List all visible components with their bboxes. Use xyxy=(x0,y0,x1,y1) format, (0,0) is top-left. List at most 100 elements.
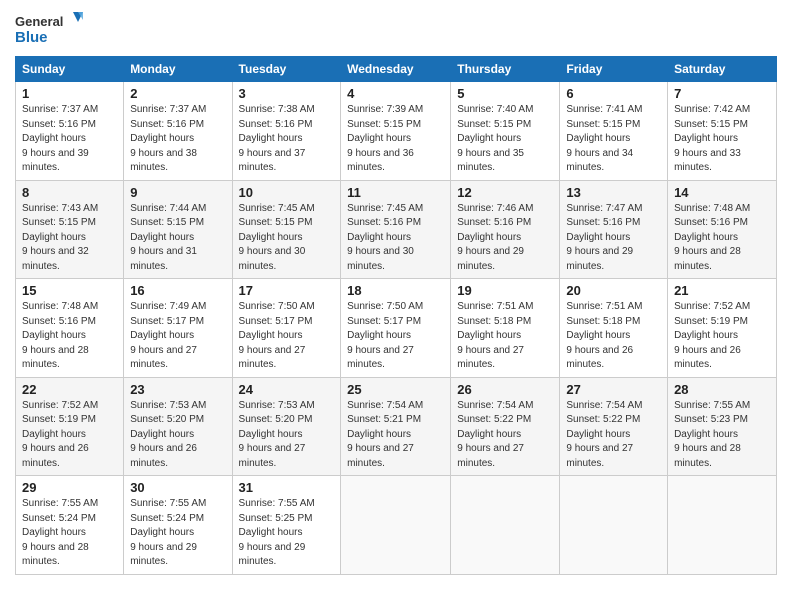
day-number: 5 xyxy=(457,86,553,101)
day-detail: Sunrise: 7:48 AM Sunset: 5:16 PM Dayligh… xyxy=(674,202,770,275)
day-detail: Sunrise: 7:45 AM Sunset: 5:15 PM Dayligh… xyxy=(239,202,335,275)
day-detail: Sunrise: 7:45 AM Sunset: 5:16 PM Dayligh… xyxy=(347,202,444,275)
day-number: 14 xyxy=(674,185,770,200)
svg-text:Blue: Blue xyxy=(15,29,48,46)
calendar-cell: 30 Sunrise: 7:55 AM Sunset: 5:24 PM Dayl… xyxy=(124,476,232,575)
day-detail: Sunrise: 7:42 AM Sunset: 5:15 PM Dayligh… xyxy=(674,103,770,176)
day-detail: Sunrise: 7:49 AM Sunset: 5:17 PM Dayligh… xyxy=(130,300,225,373)
day-detail: Sunrise: 7:54 AM Sunset: 5:22 PM Dayligh… xyxy=(566,399,661,472)
calendar-table: SundayMondayTuesdayWednesdayThursdayFrid… xyxy=(15,56,777,575)
calendar-cell: 27 Sunrise: 7:54 AM Sunset: 5:22 PM Dayl… xyxy=(560,377,668,476)
calendar-cell xyxy=(451,476,560,575)
day-number: 28 xyxy=(674,382,770,397)
day-number: 8 xyxy=(22,185,117,200)
calendar-cell: 4 Sunrise: 7:39 AM Sunset: 5:15 PM Dayli… xyxy=(341,82,451,181)
calendar-cell: 21 Sunrise: 7:52 AM Sunset: 5:19 PM Dayl… xyxy=(668,279,777,378)
day-detail: Sunrise: 7:40 AM Sunset: 5:15 PM Dayligh… xyxy=(457,103,553,176)
day-detail: Sunrise: 7:51 AM Sunset: 5:18 PM Dayligh… xyxy=(566,300,661,373)
day-detail: Sunrise: 7:50 AM Sunset: 5:17 PM Dayligh… xyxy=(239,300,335,373)
page-container: General Blue SundayMondayTuesdayWednesda… xyxy=(0,0,792,585)
calendar-cell: 15 Sunrise: 7:48 AM Sunset: 5:16 PM Dayl… xyxy=(16,279,124,378)
day-header-sunday: Sunday xyxy=(16,57,124,82)
day-number: 21 xyxy=(674,283,770,298)
day-number: 26 xyxy=(457,382,553,397)
day-header-saturday: Saturday xyxy=(668,57,777,82)
calendar-header-row: SundayMondayTuesdayWednesdayThursdayFrid… xyxy=(16,57,777,82)
day-number: 2 xyxy=(130,86,225,101)
calendar-week-row: 8 Sunrise: 7:43 AM Sunset: 5:15 PM Dayli… xyxy=(16,180,777,279)
day-header-monday: Monday xyxy=(124,57,232,82)
calendar-cell xyxy=(668,476,777,575)
day-header-thursday: Thursday xyxy=(451,57,560,82)
day-detail: Sunrise: 7:52 AM Sunset: 5:19 PM Dayligh… xyxy=(22,399,117,472)
calendar-cell: 23 Sunrise: 7:53 AM Sunset: 5:20 PM Dayl… xyxy=(124,377,232,476)
calendar-cell: 6 Sunrise: 7:41 AM Sunset: 5:15 PM Dayli… xyxy=(560,82,668,181)
day-number: 13 xyxy=(566,185,661,200)
calendar-cell: 9 Sunrise: 7:44 AM Sunset: 5:15 PM Dayli… xyxy=(124,180,232,279)
calendar-week-row: 1 Sunrise: 7:37 AM Sunset: 5:16 PM Dayli… xyxy=(16,82,777,181)
day-detail: Sunrise: 7:55 AM Sunset: 5:23 PM Dayligh… xyxy=(674,399,770,472)
calendar-cell: 3 Sunrise: 7:38 AM Sunset: 5:16 PM Dayli… xyxy=(232,82,341,181)
day-number: 25 xyxy=(347,382,444,397)
general-blue-logo: General Blue xyxy=(15,10,85,50)
header-row: General Blue xyxy=(15,10,777,50)
day-detail: Sunrise: 7:41 AM Sunset: 5:15 PM Dayligh… xyxy=(566,103,661,176)
day-detail: Sunrise: 7:44 AM Sunset: 5:15 PM Dayligh… xyxy=(130,202,225,275)
day-detail: Sunrise: 7:38 AM Sunset: 5:16 PM Dayligh… xyxy=(239,103,335,176)
day-detail: Sunrise: 7:54 AM Sunset: 5:22 PM Dayligh… xyxy=(457,399,553,472)
day-number: 6 xyxy=(566,86,661,101)
day-number: 3 xyxy=(239,86,335,101)
day-number: 17 xyxy=(239,283,335,298)
day-header-wednesday: Wednesday xyxy=(341,57,451,82)
day-detail: Sunrise: 7:37 AM Sunset: 5:16 PM Dayligh… xyxy=(22,103,117,176)
calendar-week-row: 29 Sunrise: 7:55 AM Sunset: 5:24 PM Dayl… xyxy=(16,476,777,575)
day-detail: Sunrise: 7:51 AM Sunset: 5:18 PM Dayligh… xyxy=(457,300,553,373)
day-detail: Sunrise: 7:54 AM Sunset: 5:21 PM Dayligh… xyxy=(347,399,444,472)
calendar-cell: 20 Sunrise: 7:51 AM Sunset: 5:18 PM Dayl… xyxy=(560,279,668,378)
day-detail: Sunrise: 7:53 AM Sunset: 5:20 PM Dayligh… xyxy=(130,399,225,472)
day-detail: Sunrise: 7:55 AM Sunset: 5:24 PM Dayligh… xyxy=(22,497,117,570)
day-detail: Sunrise: 7:53 AM Sunset: 5:20 PM Dayligh… xyxy=(239,399,335,472)
day-number: 10 xyxy=(239,185,335,200)
day-detail: Sunrise: 7:55 AM Sunset: 5:24 PM Dayligh… xyxy=(130,497,225,570)
day-number: 23 xyxy=(130,382,225,397)
day-number: 16 xyxy=(130,283,225,298)
calendar-week-row: 22 Sunrise: 7:52 AM Sunset: 5:19 PM Dayl… xyxy=(16,377,777,476)
day-number: 9 xyxy=(130,185,225,200)
day-number: 18 xyxy=(347,283,444,298)
calendar-cell: 31 Sunrise: 7:55 AM Sunset: 5:25 PM Dayl… xyxy=(232,476,341,575)
calendar-cell: 10 Sunrise: 7:45 AM Sunset: 5:15 PM Dayl… xyxy=(232,180,341,279)
calendar-cell: 25 Sunrise: 7:54 AM Sunset: 5:21 PM Dayl… xyxy=(341,377,451,476)
day-detail: Sunrise: 7:48 AM Sunset: 5:16 PM Dayligh… xyxy=(22,300,117,373)
day-number: 22 xyxy=(22,382,117,397)
day-detail: Sunrise: 7:39 AM Sunset: 5:15 PM Dayligh… xyxy=(347,103,444,176)
day-number: 31 xyxy=(239,480,335,495)
calendar-cell: 11 Sunrise: 7:45 AM Sunset: 5:16 PM Dayl… xyxy=(341,180,451,279)
calendar-cell: 16 Sunrise: 7:49 AM Sunset: 5:17 PM Dayl… xyxy=(124,279,232,378)
day-number: 11 xyxy=(347,185,444,200)
day-number: 20 xyxy=(566,283,661,298)
calendar-cell: 7 Sunrise: 7:42 AM Sunset: 5:15 PM Dayli… xyxy=(668,82,777,181)
svg-text:General: General xyxy=(15,14,63,29)
calendar-cell xyxy=(341,476,451,575)
day-detail: Sunrise: 7:43 AM Sunset: 5:15 PM Dayligh… xyxy=(22,202,117,275)
day-header-friday: Friday xyxy=(560,57,668,82)
calendar-cell: 18 Sunrise: 7:50 AM Sunset: 5:17 PM Dayl… xyxy=(341,279,451,378)
day-header-tuesday: Tuesday xyxy=(232,57,341,82)
calendar-cell: 28 Sunrise: 7:55 AM Sunset: 5:23 PM Dayl… xyxy=(668,377,777,476)
day-number: 12 xyxy=(457,185,553,200)
day-detail: Sunrise: 7:50 AM Sunset: 5:17 PM Dayligh… xyxy=(347,300,444,373)
calendar-cell: 1 Sunrise: 7:37 AM Sunset: 5:16 PM Dayli… xyxy=(16,82,124,181)
calendar-week-row: 15 Sunrise: 7:48 AM Sunset: 5:16 PM Dayl… xyxy=(16,279,777,378)
day-number: 30 xyxy=(130,480,225,495)
calendar-cell: 5 Sunrise: 7:40 AM Sunset: 5:15 PM Dayli… xyxy=(451,82,560,181)
calendar-cell: 26 Sunrise: 7:54 AM Sunset: 5:22 PM Dayl… xyxy=(451,377,560,476)
calendar-cell: 13 Sunrise: 7:47 AM Sunset: 5:16 PM Dayl… xyxy=(560,180,668,279)
calendar-cell: 29 Sunrise: 7:55 AM Sunset: 5:24 PM Dayl… xyxy=(16,476,124,575)
calendar-cell: 14 Sunrise: 7:48 AM Sunset: 5:16 PM Dayl… xyxy=(668,180,777,279)
calendar-cell: 24 Sunrise: 7:53 AM Sunset: 5:20 PM Dayl… xyxy=(232,377,341,476)
calendar-cell: 17 Sunrise: 7:50 AM Sunset: 5:17 PM Dayl… xyxy=(232,279,341,378)
day-number: 24 xyxy=(239,382,335,397)
day-number: 15 xyxy=(22,283,117,298)
day-number: 19 xyxy=(457,283,553,298)
